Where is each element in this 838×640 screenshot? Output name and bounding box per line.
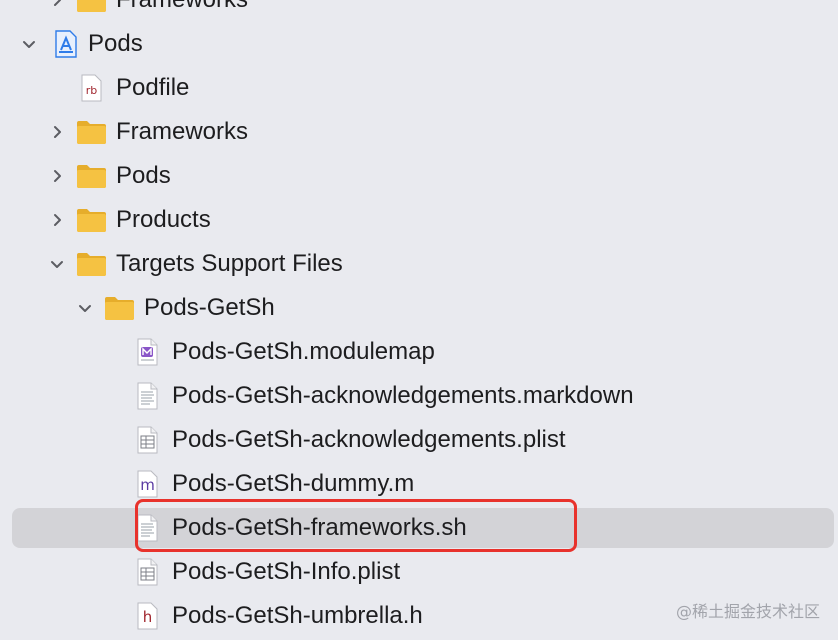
navigator-item-label: Pods	[116, 162, 171, 189]
navigator-row[interactable]: Pods-GetSh-Info.plist	[0, 550, 838, 594]
annotation-highlight-box	[135, 499, 577, 552]
navigator-item-label: Pods-GetSh-acknowledgements.markdown	[172, 382, 634, 409]
chevron-right-icon[interactable]	[48, 167, 66, 185]
svg-text:m: m	[140, 476, 155, 494]
folder-icon	[76, 250, 108, 278]
folder-icon	[76, 0, 108, 14]
navigator-row[interactable]: Pods-GetSh-acknowledgements.markdown	[0, 374, 838, 418]
navigator-item-label: Pods-GetSh	[144, 294, 275, 321]
svg-text:rb: rb	[86, 84, 98, 97]
navigator-row[interactable]: Frameworks	[0, 110, 838, 154]
navigator-row[interactable]: Pods-GetSh.modulemap	[0, 330, 838, 374]
navigator-item-label: Podfile	[116, 74, 190, 101]
navigator-item-label: Pods-GetSh-acknowledgements.plist	[172, 426, 566, 453]
chevron-right-icon[interactable]	[48, 211, 66, 229]
navigator-item-label: Products	[116, 206, 211, 233]
xcode-project-icon	[50, 30, 82, 58]
chevron-down-icon[interactable]	[20, 35, 38, 53]
chevron-right-icon[interactable]	[48, 0, 66, 9]
navigator-item-label: Pods-GetSh-Info.plist	[172, 558, 401, 585]
navigator-item-label: Pods-GetSh-umbrella.h	[172, 602, 423, 629]
plist-file-icon	[132, 426, 164, 454]
ruby-file-icon: rb	[76, 74, 108, 102]
folder-icon	[76, 206, 108, 234]
plist-file-icon	[132, 558, 164, 586]
navigator-item-label: Targets Support Files	[116, 250, 343, 277]
svg-text:h: h	[143, 608, 153, 626]
navigator-row[interactable]: rb Podfile	[0, 66, 838, 110]
chevron-right-icon[interactable]	[48, 123, 66, 141]
chevron-down-icon[interactable]	[76, 299, 94, 317]
navigator-item-label: Frameworks	[116, 0, 248, 22]
navigator-row[interactable]: Pods	[0, 22, 838, 66]
folder-icon	[76, 162, 108, 190]
navigator-item-label: Pods-GetSh.modulemap	[172, 338, 435, 365]
navigator-row[interactable]: Pods	[0, 154, 838, 198]
navigator-row[interactable]: Frameworks	[0, 0, 838, 22]
navigator-row[interactable]: Pods-GetSh	[0, 286, 838, 330]
folder-icon	[76, 118, 108, 146]
navigator-item-label: Frameworks	[116, 118, 249, 145]
header-file-icon: h	[132, 602, 164, 630]
navigator-row[interactable]: Targets Support Files	[0, 242, 838, 286]
navigator-item-label: Pods	[88, 30, 143, 57]
navigator-row[interactable]: Pods-GetSh-acknowledgements.plist	[0, 418, 838, 462]
navigator-row[interactable]: Products	[0, 198, 838, 242]
modulemap-file-icon	[132, 338, 164, 366]
folder-icon	[104, 294, 136, 322]
chevron-down-icon[interactable]	[48, 255, 66, 273]
objc-source-icon: m	[132, 470, 164, 498]
watermark: @稀土掘金技术社区	[675, 602, 820, 621]
text-document-icon	[132, 382, 164, 410]
